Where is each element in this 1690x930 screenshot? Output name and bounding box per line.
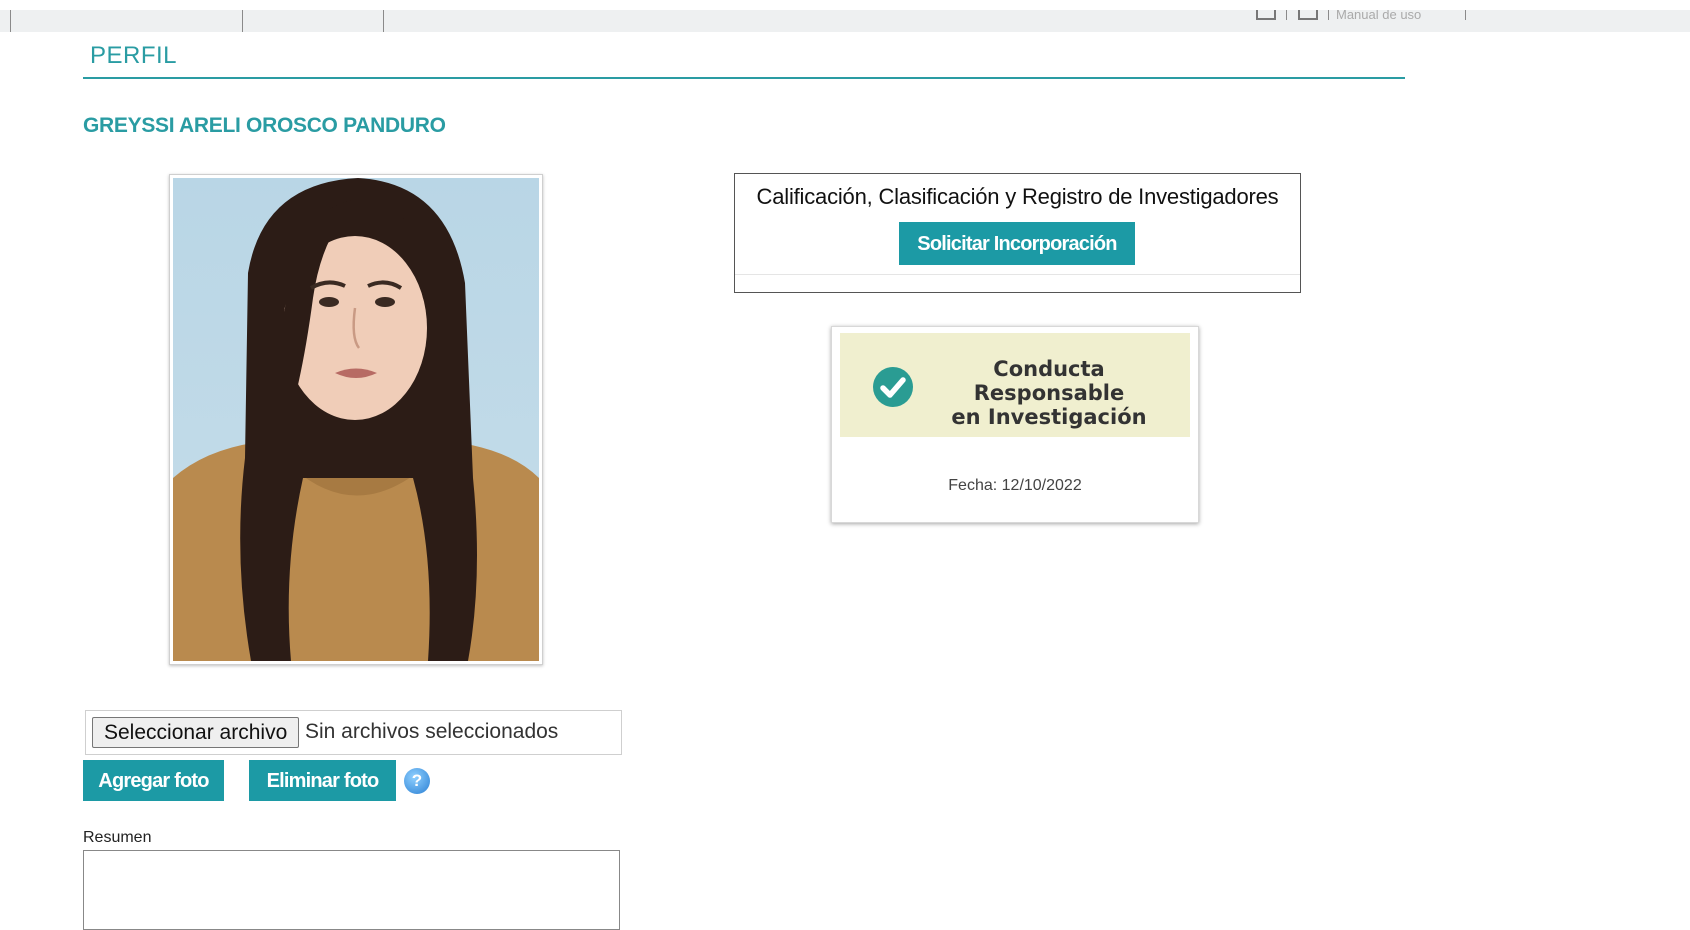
topbar-divider [10, 10, 11, 32]
monitor-icon[interactable] [1256, 10, 1276, 20]
certificate-banner: Conducta Responsable en Investigación [840, 333, 1190, 437]
registry-title: Calificación, Clasificación y Registro d… [756, 184, 1279, 209]
topbar-divider [1286, 10, 1287, 20]
photo-file-input[interactable]: Seleccionar archivo Sin archivos selecci… [85, 710, 622, 755]
section-title: PERFIL [90, 42, 178, 69]
topbar-divider [1328, 10, 1329, 20]
request-incorporation-button[interactable]: Solicitar Incorporación [899, 222, 1135, 265]
topbar-divider [383, 10, 384, 32]
certificate-line1: Conducta Responsable [973, 357, 1125, 405]
add-photo-button[interactable]: Agregar foto [83, 760, 224, 801]
certificate-title: Conducta Responsable en Investigación [918, 357, 1180, 429]
certificate-date: Fecha: 12/10/2022 [948, 477, 1082, 494]
document-icon[interactable] [1298, 10, 1318, 20]
check-circle-icon [873, 367, 913, 407]
summary-textarea[interactable] [83, 850, 620, 930]
delete-photo-button[interactable]: Eliminar foto [249, 760, 396, 801]
file-status-text: Sin archivos seleccionados [305, 720, 559, 743]
section-divider [83, 77, 1405, 79]
profile-photo [169, 174, 543, 665]
profile-photo-image [173, 178, 539, 661]
panel-divider [735, 274, 1300, 275]
summary-label: Resumen [83, 829, 152, 846]
topbar-divider [1465, 10, 1466, 20]
choose-file-button[interactable]: Seleccionar archivo [92, 717, 300, 748]
person-name: GREYSSI ARELI OROSCO PANDURO [83, 114, 446, 137]
top-bar: Manual de uso [0, 10, 1690, 32]
topbar-divider [242, 10, 243, 32]
responsible-conduct-certificate[interactable]: Conducta Responsable en Investigación Fe… [831, 326, 1199, 523]
help-icon[interactable]: ? [404, 768, 430, 794]
manual-link[interactable]: Manual de uso [1336, 10, 1421, 20]
certificate-line2: en Investigación [951, 405, 1147, 429]
